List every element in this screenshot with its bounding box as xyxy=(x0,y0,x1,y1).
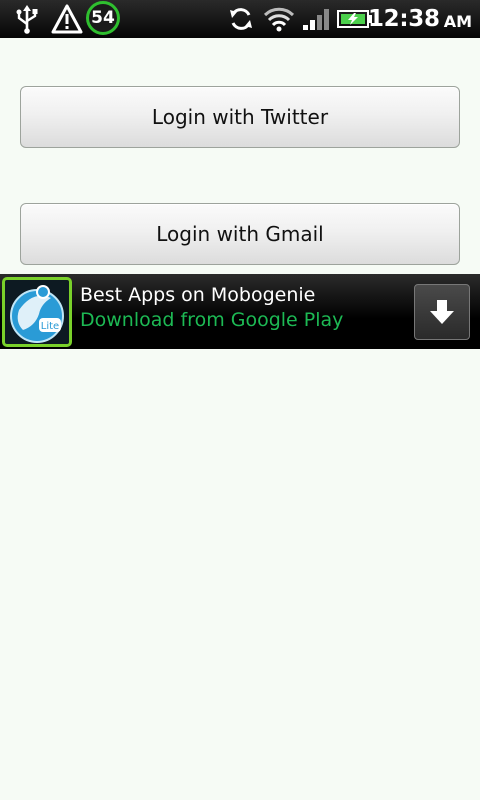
download-arrow-icon xyxy=(430,300,454,324)
status-bar: 54 12:38 AM xyxy=(0,0,480,38)
ad-subtitle[interactable]: Download from Google Play xyxy=(80,309,343,331)
login-gmail-label: Login with Gmail xyxy=(156,222,324,246)
battery-level-badge: 54 xyxy=(86,1,120,35)
logo-lite-text: Lite xyxy=(41,321,59,332)
battery-level-text: 54 xyxy=(91,8,115,28)
ad-banner[interactable]: Lite Best Apps on Mobogenie Download fro… xyxy=(0,274,480,349)
login-gmail-button[interactable]: Login with Gmail xyxy=(20,203,460,265)
clock-ampm: AM xyxy=(443,11,472,31)
ad-download-button[interactable] xyxy=(414,284,470,340)
signal-icon xyxy=(300,0,332,38)
wifi-icon xyxy=(262,0,296,38)
warning-icon xyxy=(50,0,84,38)
usb-icon xyxy=(12,0,42,38)
status-clock: 12:38 AM xyxy=(368,0,472,38)
mobogenie-lite-logo[interactable]: Lite xyxy=(2,277,72,347)
sync-icon xyxy=(226,0,256,38)
ad-title[interactable]: Best Apps on Mobogenie xyxy=(80,284,315,306)
login-twitter-label: Login with Twitter xyxy=(151,105,329,129)
login-twitter-button[interactable]: Login with Twitter xyxy=(20,86,460,148)
clock-time: 12:38 xyxy=(367,6,440,32)
